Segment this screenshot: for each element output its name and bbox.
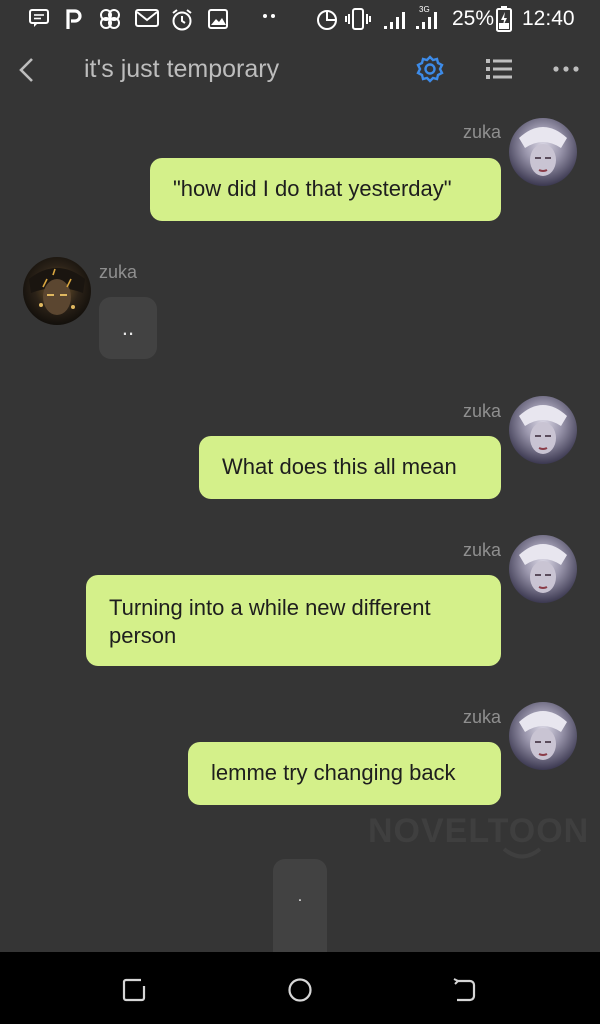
vibrate-icon (344, 8, 372, 30)
avatar[interactable] (509, 118, 577, 186)
message-text: "how did I do that yesterday" (173, 176, 452, 201)
watermark-logo: NOVELTOON (368, 812, 590, 850)
signal-3g-icon: 3G (414, 4, 442, 30)
list-icon[interactable] (482, 52, 516, 86)
message-text: lemme try changing back (211, 760, 456, 785)
sender-name: zuka (462, 540, 501, 560)
status-bar: 3G 25% 12:40 (0, 0, 600, 38)
clock: 12:40 (522, 7, 575, 30)
avatar[interactable] (509, 702, 577, 770)
battery-percent: 25% (452, 7, 495, 30)
message-text: . (297, 888, 303, 905)
more-icon[interactable] (548, 54, 584, 84)
sender-name: zuka (462, 401, 501, 421)
back-icon[interactable] (10, 53, 44, 87)
data-saver-icon (315, 8, 339, 32)
message-text: Turning into a while new different perso… (109, 595, 431, 648)
message-text: What does this all mean (222, 454, 457, 479)
sender-name: zuka (462, 122, 501, 142)
message-bubble[interactable]: .. (99, 297, 157, 359)
image-icon (207, 8, 229, 30)
message-bubble[interactable]: . (273, 859, 327, 959)
alarm-icon (170, 8, 194, 32)
home-icon[interactable] (284, 974, 316, 1006)
avatar[interactable] (509, 535, 577, 603)
dots-icon (262, 12, 276, 20)
page-title: it's just temporary (84, 55, 280, 83)
svg-text:3G: 3G (419, 5, 430, 14)
message-bubble[interactable]: What does this all mean (199, 436, 501, 499)
p-icon (64, 8, 84, 30)
pinwheel-icon (98, 8, 122, 30)
message-bubble[interactable]: "how did I do that yesterday" (150, 158, 501, 221)
sender-name: zuka (99, 262, 138, 282)
chat-header: it's just temporary (0, 38, 600, 102)
avatar[interactable] (23, 257, 91, 325)
navigation-bar (0, 952, 600, 1024)
battery-charging-icon (496, 6, 512, 32)
watermark-smile-icon (502, 847, 542, 859)
signal-icon (382, 8, 410, 30)
back-nav-icon[interactable] (448, 974, 480, 1006)
message-icon (28, 8, 50, 28)
sender-name: zuka (462, 707, 501, 727)
recent-apps-icon[interactable] (118, 974, 150, 1006)
message-text: .. (121, 315, 135, 340)
gmail-icon (135, 8, 159, 28)
avatar[interactable] (509, 396, 577, 464)
settings-gear-icon[interactable] (412, 51, 448, 87)
message-bubble[interactable]: lemme try changing back (188, 742, 501, 805)
message-bubble[interactable]: Turning into a while new different perso… (86, 575, 501, 666)
